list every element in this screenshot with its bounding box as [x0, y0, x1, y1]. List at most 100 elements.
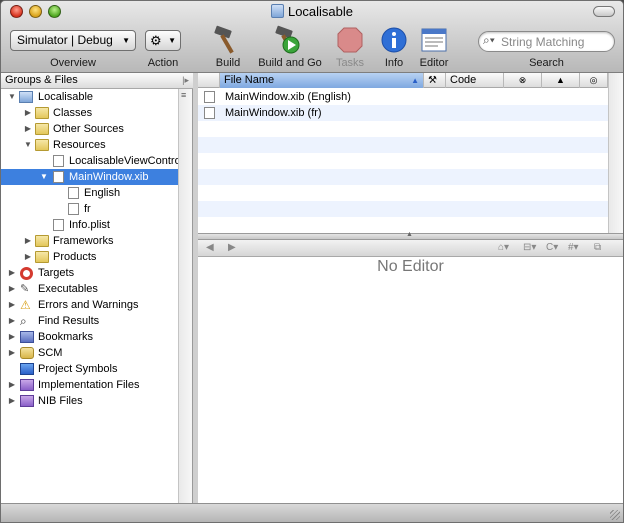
disclosure-collapsed-icon[interactable]: ▶	[23, 121, 33, 137]
xcode-project-window: Localisable Simulator | Debug ▼ Overview…	[0, 0, 624, 523]
tree-item-bookmarks[interactable]: ▶ Bookmarks	[1, 329, 178, 345]
sidebar-scrollbar[interactable]: ≡	[178, 89, 192, 503]
project-icon	[270, 4, 284, 18]
tree-item-project-symbols[interactable]: Project Symbols	[1, 361, 178, 377]
folder-icon	[35, 139, 49, 151]
disclosure-collapsed-icon[interactable]: ▶	[23, 105, 33, 121]
disclosure-expanded-icon[interactable]: ▼	[23, 137, 33, 153]
disclosure-collapsed-icon[interactable]: ▶	[7, 329, 17, 345]
tree-item-fr[interactable]: fr	[1, 201, 178, 217]
xib-file-icon	[53, 155, 64, 167]
code-column-header[interactable]: Code	[446, 73, 504, 88]
editor-pane[interactable]: No Editor	[198, 257, 623, 503]
scheme-popup-label: Simulator | Debug	[17, 33, 113, 47]
tree-item-label: Targets	[38, 267, 75, 279]
errors-column-header[interactable]: ⊗	[504, 73, 542, 88]
tree-item-label: Frameworks	[53, 235, 114, 247]
column-resize-icon[interactable]: |▸	[182, 73, 189, 88]
counterpart-icon[interactable]: ⧉	[594, 242, 601, 253]
disclosure-collapsed-icon[interactable]: ▶	[7, 377, 17, 393]
disclosure-collapsed-icon[interactable]: ▶	[7, 281, 17, 297]
tree-item-classes[interactable]: ▶ Classes	[1, 105, 178, 121]
tree-item-errors-and-warnings[interactable]: ▶ ⚠ Errors and Warnings	[1, 297, 178, 313]
file-list-row[interactable]: MainWindow.xib (English)	[198, 89, 608, 105]
info-button[interactable]: Info	[377, 23, 411, 71]
disclosure-collapsed-icon[interactable]: ▶	[23, 233, 33, 249]
disclosure-collapsed-icon[interactable]: ▶	[7, 297, 17, 313]
toolbar-toggle-button[interactable]	[593, 6, 615, 17]
groups-tree: ▼ Localisable ▶ Classes ▶ Other Sources …	[1, 89, 181, 409]
disclosure-expanded-icon[interactable]: ▼	[7, 89, 17, 105]
tree-item-label: MainWindow.xib	[69, 171, 149, 183]
include-menu-icon[interactable]: #▾	[568, 242, 579, 253]
tree-item-other-sources[interactable]: ▶ Other Sources	[1, 121, 178, 137]
tasks-button[interactable]: Tasks	[331, 23, 369, 71]
scheme-popup-button[interactable]: Simulator | Debug ▼	[10, 30, 136, 51]
disclosure-collapsed-icon[interactable]: ▶	[7, 265, 17, 281]
symbols-icon	[20, 363, 34, 375]
file-name-cell: MainWindow.xib (English)	[225, 91, 351, 103]
action-label: Action	[147, 57, 179, 69]
empty-row	[198, 201, 608, 217]
disclosure-collapsed-icon[interactable]: ▶	[7, 313, 17, 329]
hammer-icon	[214, 25, 234, 54]
breakpoints-menu-icon[interactable]: ⊟▾	[523, 242, 536, 253]
tree-item-implementation-files[interactable]: ▶ Implementation Files	[1, 377, 178, 393]
xib-file-icon	[204, 107, 215, 119]
warning-icon: ⚠	[20, 298, 31, 312]
info-label: Info	[384, 57, 404, 69]
smart-group-icon	[20, 395, 34, 407]
target-membership-column-header[interactable]: ◎	[580, 73, 608, 88]
tree-item-executables[interactable]: ▶ ✎ Executables	[1, 281, 178, 297]
back-arrow-icon[interactable]: ◀	[206, 242, 214, 253]
sidebar-header-label: Groups & Files	[5, 74, 78, 86]
warnings-column-header[interactable]: ▲	[542, 73, 580, 88]
overview-label: Overview	[50, 57, 96, 69]
build-button[interactable]: Build	[206, 23, 250, 71]
tree-item-localisable[interactable]: ▼ Localisable	[1, 89, 178, 105]
tree-item-find-results[interactable]: ▶ ⌕ Find Results	[1, 313, 178, 329]
tree-item-products[interactable]: ▶ Products	[1, 249, 178, 265]
tree-item-label: SCM	[38, 347, 63, 359]
xib-file-icon	[204, 91, 215, 103]
warning-icon: ▲	[556, 75, 565, 85]
forward-arrow-icon[interactable]: ▶	[228, 242, 236, 253]
tree-item-frameworks[interactable]: ▶ Frameworks	[1, 233, 178, 249]
editor-splitter[interactable]: ▲	[198, 231, 623, 240]
file-list-row[interactable]: MainWindow.xib (fr)	[198, 105, 608, 121]
tree-item-localisableviewcontroller[interactable]: LocalisableViewContro	[1, 153, 181, 169]
class-hierarchy-icon[interactable]: C▾	[546, 242, 558, 253]
search-field[interactable]: ⌕▾	[478, 31, 615, 52]
action-popup-button[interactable]: ⚙ ▼	[145, 30, 181, 51]
build-status-column-header[interactable]: ⚒	[424, 73, 446, 88]
file-name-column-header[interactable]: File Name ▲	[220, 73, 424, 88]
tree-item-label: English	[84, 187, 121, 199]
disclosure-collapsed-icon[interactable]: ▶	[23, 249, 33, 265]
popup-arrow-icon: ▼	[122, 36, 130, 45]
file-list-table: File Name ▲ ⚒ Code ⊗ ▲ ◎ MainWindow.xib …	[198, 73, 608, 233]
status-bar	[1, 503, 623, 522]
search-icon: ⌕▾	[483, 33, 495, 47]
file-list-header: File Name ▲ ⚒ Code ⊗ ▲ ◎	[198, 73, 608, 88]
tree-item-label: NIB Files	[38, 395, 83, 407]
disclosure-expanded-icon[interactable]: ▼	[39, 169, 49, 185]
disclosure-collapsed-icon[interactable]: ▶	[7, 393, 17, 409]
resize-grip-icon[interactable]	[610, 510, 620, 520]
tree-item-english[interactable]: English	[1, 185, 178, 201]
file-list-scrollbar[interactable]	[608, 73, 623, 233]
build-and-go-button[interactable]: Build and Go	[255, 23, 325, 71]
tree-item-nib-files[interactable]: ▶ NIB Files	[1, 393, 178, 409]
empty-row	[198, 121, 608, 137]
list-view-icon[interactable]: ≡	[181, 91, 190, 100]
bookmark-menu-icon[interactable]: ⌂▾	[498, 242, 509, 253]
search-input[interactable]	[501, 34, 611, 50]
disclosure-collapsed-icon[interactable]: ▶	[7, 345, 17, 361]
tree-item-resources[interactable]: ▼ Resources	[1, 137, 178, 153]
tree-item-mainwindow-xib[interactable]: ▼ MainWindow.xib	[1, 169, 178, 185]
tree-item-info-plist[interactable]: Info.plist	[1, 217, 178, 233]
file-type-column-header[interactable]	[198, 73, 220, 88]
tree-item-targets[interactable]: ▶ Targets	[1, 265, 178, 281]
tree-item-scm[interactable]: ▶ SCM	[1, 345, 178, 361]
editor-button[interactable]: Editor	[415, 23, 453, 71]
file-name-column-label: File Name	[224, 74, 275, 86]
